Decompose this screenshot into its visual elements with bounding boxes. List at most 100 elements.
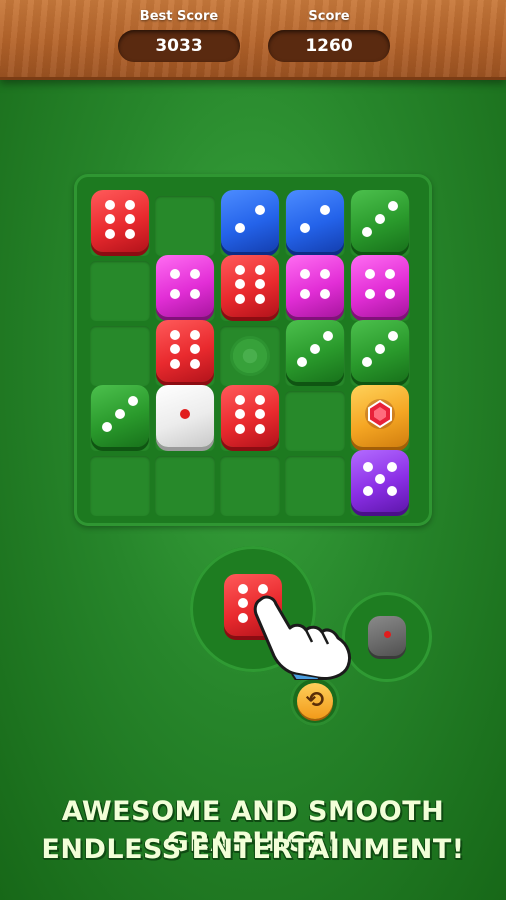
die-face (156, 320, 214, 382)
score-value: 1260 (268, 30, 390, 62)
die-pip (322, 331, 333, 342)
die-pip (387, 201, 398, 212)
die-pip (169, 329, 180, 340)
die-pip (234, 293, 245, 304)
die-pip (190, 268, 201, 279)
die-pip (237, 598, 248, 608)
die-pip (255, 264, 266, 275)
die-pip (234, 423, 245, 434)
promo-line-2: ENDLESS ENTERTAINMENT! (41, 834, 465, 865)
green-die (351, 320, 409, 382)
red-die (221, 255, 279, 317)
board-cell[interactable] (155, 196, 215, 256)
pointing-hand-icon (253, 595, 352, 680)
green-die (351, 190, 409, 252)
die-pip (234, 279, 245, 289)
die-pip (310, 344, 320, 354)
game-board[interactable] (74, 174, 432, 526)
board-cell[interactable] (90, 326, 150, 386)
best-score-label: Best Score (139, 9, 219, 24)
score-block: Score 1260 (264, 8, 394, 62)
die-pip (364, 289, 375, 300)
die-pip (375, 214, 385, 224)
die-pip (125, 228, 136, 239)
next-dice-piece[interactable] (368, 616, 406, 656)
die-pip (362, 356, 373, 367)
die-pip (169, 344, 180, 354)
board-cell[interactable] (90, 456, 150, 516)
die-face (286, 255, 344, 317)
die-pip (375, 474, 385, 484)
die-pip (102, 421, 113, 432)
die-pip (375, 344, 385, 354)
die-pip (104, 228, 115, 239)
die-pip (104, 199, 115, 210)
drop-target-indicator (230, 336, 270, 376)
board-cell[interactable] (220, 456, 280, 516)
red-die (156, 320, 214, 382)
die-face (221, 255, 279, 317)
red-gem-icon (365, 399, 395, 429)
die-pip (297, 356, 308, 367)
die-pip (169, 358, 180, 369)
magenta-die (351, 255, 409, 317)
die-pip (180, 409, 190, 419)
die-pip (127, 396, 138, 407)
board-cell[interactable] (285, 391, 345, 451)
die-pip (234, 264, 245, 275)
top-bar: Best Score 3033 Score 1260 (0, 0, 506, 80)
die-pip (386, 462, 397, 473)
die-pip (190, 358, 201, 369)
die-pip (169, 289, 180, 300)
magenta-die (286, 255, 344, 317)
die-pip (104, 214, 115, 224)
die-pip (234, 409, 245, 419)
board-cell[interactable] (285, 456, 345, 516)
board-cell[interactable] (155, 456, 215, 516)
board-cell[interactable] (220, 326, 280, 386)
die-pip (255, 394, 266, 405)
die-face (221, 190, 279, 252)
score-label: Score (308, 9, 350, 24)
die-pip (258, 583, 269, 594)
die-face (286, 190, 344, 252)
die-pip (385, 268, 396, 279)
die-pip (237, 612, 248, 623)
die-pip (234, 222, 245, 233)
magenta-die (156, 255, 214, 317)
die-pip (386, 485, 397, 496)
die-face (221, 385, 279, 447)
die-pip (383, 630, 391, 638)
rotate-button[interactable]: ⟲ (290, 676, 340, 726)
die-face (351, 255, 409, 317)
die-pip (362, 226, 373, 237)
die-pip (255, 423, 266, 434)
rotate-arrows-icon: ⟲ (297, 683, 333, 719)
blue-die (286, 190, 344, 252)
die-pip (190, 329, 201, 340)
green-die (91, 385, 149, 447)
die-pip (255, 293, 266, 304)
best-score-block: Best Score 3033 (114, 8, 244, 62)
purple-die (351, 450, 409, 512)
die-pip (234, 394, 245, 405)
die-pip (299, 289, 310, 300)
white-die (156, 385, 214, 447)
die-pip (299, 222, 310, 233)
green-die (286, 320, 344, 382)
die-face (91, 190, 149, 252)
best-score-value: 3033 (118, 30, 240, 62)
die-pip (125, 199, 136, 210)
die-pip (320, 268, 331, 279)
blue-die (221, 190, 279, 252)
die-pip (387, 331, 398, 342)
die-face (156, 255, 214, 317)
board-cell[interactable] (90, 261, 150, 321)
die-pip (363, 485, 374, 496)
die-pip (364, 268, 375, 279)
die-pip (299, 268, 310, 279)
red-die (221, 385, 279, 447)
die-pip (237, 583, 248, 594)
die-pip (169, 268, 180, 279)
red-die (91, 190, 149, 252)
